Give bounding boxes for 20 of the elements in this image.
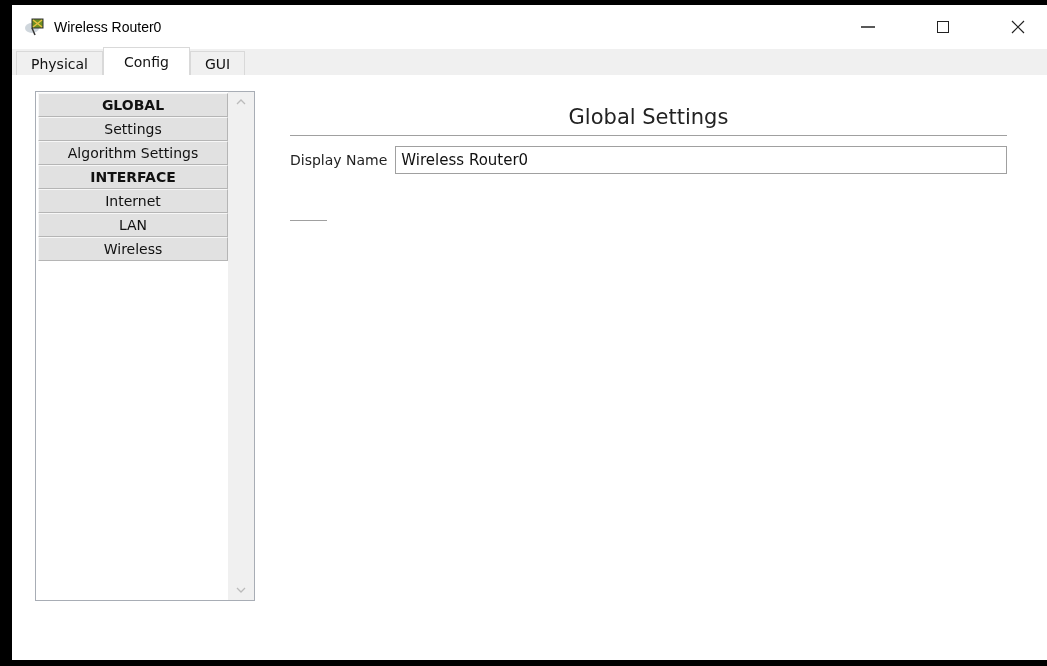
list-item[interactable]: LAN xyxy=(38,213,228,237)
panel-heading: Global Settings xyxy=(290,91,1007,136)
section-header[interactable]: INTERFACE xyxy=(38,165,228,189)
scrollbar[interactable] xyxy=(228,92,254,600)
minimize-icon xyxy=(860,26,876,28)
tab[interactable]: GUI xyxy=(189,51,246,75)
input-field[interactable]: Wireless Router0 xyxy=(395,146,1007,174)
section-header[interactable]: GLOBAL xyxy=(38,93,228,117)
tab[interactable]: Physical xyxy=(16,51,103,75)
list-item[interactable]: Algorithm Settings xyxy=(38,141,228,165)
list-item[interactable]: Settings xyxy=(38,117,228,141)
scroll-down-icon[interactable] xyxy=(235,586,247,594)
window-title: Wireless Router0 xyxy=(54,19,162,35)
tab[interactable]: Config xyxy=(102,47,190,75)
close-icon xyxy=(1010,19,1026,35)
list-item[interactable]: Internet xyxy=(38,189,228,213)
field-label: Display Name xyxy=(290,152,388,168)
list-item[interactable]: Wireless xyxy=(38,237,228,261)
scroll-up-icon[interactable] xyxy=(235,98,247,106)
maximize-icon xyxy=(935,19,951,35)
